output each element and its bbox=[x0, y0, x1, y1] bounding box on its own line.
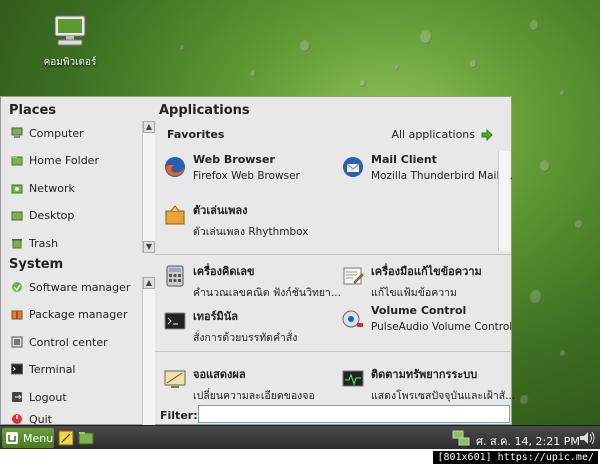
package-manager-icon bbox=[11, 310, 23, 320]
places-scrollbar[interactable]: ▲ ▼ bbox=[142, 121, 155, 253]
calculator-icon bbox=[166, 265, 184, 287]
app-web-browser[interactable]: Web Browser Firefox Web Browser bbox=[163, 153, 333, 182]
system-item-control-center[interactable]: Control center bbox=[11, 332, 141, 352]
desktop-icon bbox=[11, 211, 23, 221]
app-calculator[interactable]: เครื่องคิดเลข คำนวณเลขคณิต ฟังก์ชันวิทยา.… bbox=[163, 262, 341, 301]
menu-right-panel: Applications Favorites All applications … bbox=[155, 97, 515, 424]
trash-icon bbox=[12, 239, 22, 249]
filter-input[interactable] bbox=[198, 405, 510, 423]
places-title: Places bbox=[9, 103, 57, 118]
computer-icon bbox=[54, 15, 86, 46]
display-icon bbox=[164, 370, 186, 388]
music-player-icon bbox=[165, 205, 185, 225]
system-monitor-icon bbox=[342, 370, 364, 387]
system-item-terminal[interactable]: Terminal bbox=[11, 359, 141, 379]
app-text-editor[interactable]: เครื่องมือแก้ไขข้อความ แก้ไขแฟ้มข้อความ bbox=[341, 262, 511, 301]
terminal-app-icon bbox=[164, 312, 186, 330]
app-mail-client[interactable]: Mail Client Mozilla Thunderbird Mail/... bbox=[341, 153, 513, 182]
system-item-package-manager[interactable]: Package manager bbox=[11, 304, 141, 324]
scroll-up-icon[interactable]: ▲ bbox=[143, 277, 155, 289]
home-folder-icon bbox=[11, 156, 23, 166]
network-status-icon[interactable] bbox=[452, 429, 470, 447]
volume-control-icon bbox=[342, 310, 363, 328]
favorites-separator bbox=[155, 254, 511, 255]
desktop-computer-shortcut[interactable]: คอมพิวเตอร์ bbox=[30, 14, 110, 70]
places-item-home-folder[interactable]: Home Folder bbox=[11, 150, 141, 170]
filter-label: Filter: bbox=[160, 409, 198, 422]
desktop-icon-label: คอมพิวเตอร์ bbox=[43, 57, 97, 68]
start-menu: Places Computer Home Folder Network Desk… bbox=[0, 96, 515, 425]
arrow-right-icon bbox=[481, 128, 493, 141]
system-title: System bbox=[9, 257, 64, 272]
network-icon bbox=[11, 184, 23, 194]
places-item-desktop[interactable]: Desktop bbox=[11, 205, 141, 225]
watermark: [801x601] https://upic.me/ bbox=[433, 451, 598, 464]
app-volume-control[interactable]: Volume Control PulseAudio Volume Control bbox=[341, 304, 512, 333]
control-center-icon bbox=[11, 336, 23, 348]
system-item-logout[interactable]: Logout bbox=[11, 387, 141, 407]
quit-icon bbox=[12, 414, 22, 424]
system-item-software-manager[interactable]: Software manager bbox=[11, 277, 141, 297]
clock[interactable]: ศ. ส.ค. 14, 2:21 PM bbox=[476, 432, 580, 450]
places-item-trash[interactable]: Trash bbox=[11, 233, 141, 253]
all-applications-button[interactable]: All applications bbox=[391, 128, 493, 141]
applications-title: Applications bbox=[159, 103, 250, 118]
menu-button[interactable]: Menu bbox=[2, 428, 54, 448]
volume-icon[interactable] bbox=[578, 429, 596, 447]
mint-logo-icon bbox=[6, 432, 18, 444]
favorites-title: Favorites bbox=[167, 128, 225, 141]
image-footer: [801x601] https://upic.me/ bbox=[0, 449, 600, 469]
app-system-monitor[interactable]: ติดตามทรัพยากรระบบ แสดงโพรเซสปัจจุบันและเ… bbox=[341, 365, 515, 404]
menu-left-panel: Places Computer Home Folder Network Desk… bbox=[1, 97, 155, 425]
app-display[interactable]: จอแสดงผล เปลี่ยนความละเอียดของจอ bbox=[163, 365, 333, 404]
computer-icon bbox=[11, 127, 23, 138]
taskbar: Menu ศ. ส.ค. 14, 2:21 PM bbox=[0, 425, 600, 450]
app-music-player[interactable]: ตัวเล่นเพลง ตัวเล่นเพลง Rhythmbox bbox=[163, 201, 333, 240]
files-launcher-icon[interactable] bbox=[78, 430, 94, 446]
thunderbird-icon bbox=[343, 157, 363, 177]
software-manager-icon bbox=[12, 282, 22, 292]
firefox-icon bbox=[165, 157, 185, 177]
logout-icon bbox=[12, 392, 22, 402]
scroll-up-icon[interactable]: ▲ bbox=[143, 121, 155, 133]
apps-separator bbox=[155, 351, 511, 352]
terminal-icon bbox=[11, 363, 23, 375]
places-item-network[interactable]: Network bbox=[11, 178, 141, 198]
system-item-quit[interactable]: Quit bbox=[11, 413, 141, 425]
text-editor-launcher-icon[interactable] bbox=[58, 430, 74, 446]
scroll-down-icon[interactable]: ▼ bbox=[143, 241, 155, 253]
places-item-computer[interactable]: Computer bbox=[11, 123, 141, 143]
system-scrollbar[interactable]: ▲ bbox=[142, 277, 155, 425]
app-terminal[interactable]: เทอร์มินัล สั่งการด้วยบรรทัดคำสั่ง bbox=[163, 307, 333, 346]
favorites-scrollbar[interactable] bbox=[498, 151, 510, 251]
text-editor-icon bbox=[343, 267, 364, 285]
